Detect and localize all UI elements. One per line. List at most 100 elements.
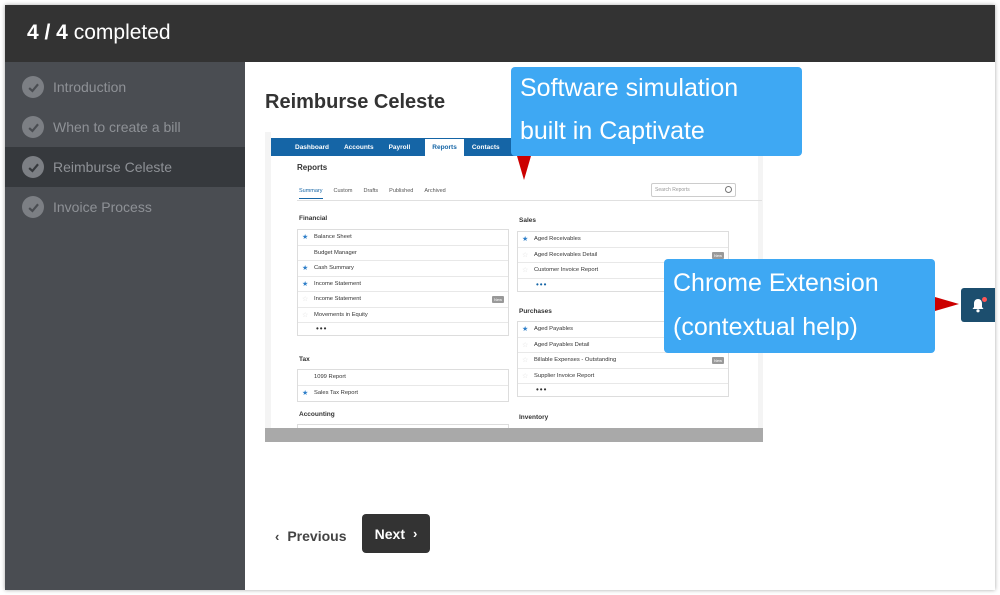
course-player: 4 / 4 completed Introduction When to cre… bbox=[5, 5, 995, 590]
accounting-heading: Accounting bbox=[299, 411, 335, 418]
new-badge: New bbox=[711, 357, 724, 364]
chevron-left-icon: ‹ bbox=[275, 528, 280, 544]
more-row[interactable]: ••• bbox=[518, 384, 728, 396]
report-row[interactable]: ★ Balance Sheet bbox=[298, 230, 508, 246]
previous-button[interactable]: ‹ Previous bbox=[275, 517, 346, 555]
sidebar-item-when-to-create-a-bill[interactable]: When to create a bill bbox=[5, 107, 245, 147]
subtab-custom[interactable]: Custom bbox=[334, 188, 353, 199]
sidebar-item-invoice-process[interactable]: Invoice Process bbox=[5, 187, 245, 227]
tax-heading: Tax bbox=[299, 356, 310, 363]
progress-label: completed bbox=[73, 21, 171, 44]
extension-callout: Chrome Extension (contextual help) bbox=[664, 259, 935, 353]
progress-count: 4 / 4 bbox=[27, 21, 68, 44]
report-search-input[interactable]: Search Reports bbox=[651, 183, 736, 197]
star-icon[interactable]: ★ bbox=[302, 249, 314, 257]
report-row[interactable]: ★ Sales Tax Report bbox=[298, 386, 508, 402]
report-row[interactable]: ☆ Income Statement New bbox=[298, 292, 508, 308]
lesson-sidebar: Introduction When to create a bill Reimb… bbox=[5, 62, 245, 590]
report-label: Cash Summary bbox=[314, 265, 354, 272]
inventory-heading: Inventory bbox=[519, 414, 549, 421]
sidebar-item-label: When to create a bill bbox=[53, 119, 181, 135]
check-circle-icon bbox=[22, 156, 44, 178]
next-label: Next bbox=[374, 525, 405, 542]
report-label: Sales Tax Report bbox=[314, 390, 359, 397]
report-row[interactable]: ★ Aged Receivables bbox=[518, 232, 728, 248]
app-tab-contacts[interactable]: Contacts bbox=[472, 144, 500, 151]
star-icon[interactable]: ☆ bbox=[522, 251, 534, 259]
report-row[interactable]: ★1099 Report bbox=[298, 370, 508, 386]
subtab-archived[interactable]: Archived bbox=[424, 188, 445, 199]
report-row[interactable]: ☆ Billable Expenses - Outstanding New bbox=[518, 353, 728, 369]
tax-card: ★1099 Report ★Sales Tax Report bbox=[297, 369, 509, 402]
report-label: Customer Invoice Report bbox=[534, 267, 599, 274]
more-icon[interactable]: ••• bbox=[536, 280, 547, 288]
sidebar-item-introduction[interactable]: Introduction bbox=[5, 67, 245, 107]
report-label: Billable Expenses - Outstanding bbox=[534, 357, 617, 364]
report-row[interactable]: ★ Cash Summary bbox=[298, 261, 508, 277]
report-label: Income Statement bbox=[314, 280, 362, 287]
search-icon bbox=[725, 186, 732, 193]
more-icon[interactable]: ••• bbox=[316, 325, 327, 333]
star-icon[interactable]: ★ bbox=[302, 264, 314, 272]
report-label: Aged Payables bbox=[534, 326, 573, 333]
app-tab-dashboard[interactable]: Dashboard bbox=[295, 144, 329, 151]
captivate-callout: Software simulation built in Captivate bbox=[511, 67, 802, 156]
report-label: Aged Receivables Detail bbox=[534, 251, 598, 258]
star-icon[interactable]: ★ bbox=[302, 373, 314, 381]
sales-heading: Sales bbox=[519, 217, 536, 224]
sidebar-item-label: Introduction bbox=[53, 79, 127, 95]
app-tab-payroll[interactable]: Payroll bbox=[389, 144, 411, 151]
help-extension-button[interactable] bbox=[961, 288, 995, 322]
report-label: Aged Payables Detail bbox=[534, 341, 590, 348]
progress-indicator: 4 / 4 completed bbox=[27, 21, 171, 45]
report-label: Movements in Equity bbox=[314, 311, 368, 318]
star-icon[interactable]: ☆ bbox=[522, 372, 534, 380]
report-subtabs: Summary Custom Drafts Published Archived bbox=[299, 188, 457, 199]
callout-arrow bbox=[517, 156, 531, 180]
app-tab-reports[interactable]: Reports bbox=[425, 138, 464, 156]
app-tab-accounts[interactable]: Accounts bbox=[344, 144, 374, 151]
report-label: Income Statement bbox=[314, 296, 362, 303]
check-circle-icon bbox=[22, 196, 44, 218]
callout-arrow bbox=[935, 297, 959, 311]
star-icon[interactable]: ☆ bbox=[302, 295, 314, 303]
search-placeholder: Search Reports bbox=[655, 187, 690, 193]
star-icon[interactable]: ☆ bbox=[302, 311, 314, 319]
star-icon[interactable]: ☆ bbox=[522, 341, 534, 349]
callout-line: (contextual help) bbox=[673, 313, 858, 341]
star-icon[interactable]: ★ bbox=[522, 235, 534, 243]
next-button[interactable]: Next › bbox=[362, 514, 430, 553]
reports-heading: Reports bbox=[297, 163, 328, 172]
star-icon[interactable]: ★ bbox=[302, 233, 314, 241]
sidebar-item-label: Reimburse Celeste bbox=[53, 159, 173, 175]
report-label: Balance Sheet bbox=[314, 234, 352, 241]
financial-card: ★Balance Sheet ★Budget Manager ★Cash Sum… bbox=[297, 229, 509, 336]
financial-heading: Financial bbox=[299, 215, 328, 222]
report-row[interactable]: ★ Income Statement bbox=[298, 277, 508, 292]
simulation-scrollbar[interactable] bbox=[265, 428, 763, 442]
previous-label: Previous bbox=[287, 528, 347, 544]
subtab-summary[interactable]: Summary bbox=[299, 188, 323, 199]
subtab-published[interactable]: Published bbox=[389, 188, 413, 199]
subtab-drafts[interactable]: Drafts bbox=[363, 188, 378, 199]
lesson-title: Reimburse Celeste bbox=[265, 91, 446, 113]
star-icon[interactable]: ★ bbox=[302, 389, 314, 397]
star-icon[interactable]: ★ bbox=[302, 280, 314, 288]
more-icon[interactable]: ••• bbox=[536, 386, 547, 394]
report-label: Supplier Invoice Report bbox=[534, 372, 595, 379]
more-row[interactable]: ••• bbox=[298, 323, 508, 335]
purchases-heading: Purchases bbox=[519, 308, 552, 315]
check-circle-icon bbox=[22, 76, 44, 98]
star-icon[interactable]: ☆ bbox=[522, 266, 534, 274]
callout-line: built in Captivate bbox=[520, 117, 705, 145]
new-badge: New bbox=[491, 296, 504, 303]
sidebar-item-reimburse-celeste[interactable]: Reimburse Celeste bbox=[5, 147, 245, 187]
top-bar: 4 / 4 completed bbox=[5, 5, 995, 62]
star-icon[interactable]: ☆ bbox=[522, 356, 534, 364]
report-row[interactable]: ☆ Supplier Invoice Report bbox=[518, 369, 728, 384]
report-row[interactable]: ☆ Movements in Equity bbox=[298, 308, 508, 323]
sidebar-item-label: Invoice Process bbox=[53, 199, 152, 215]
report-label: Aged Receivables bbox=[534, 236, 581, 243]
report-row[interactable]: ★Budget Manager bbox=[298, 246, 508, 261]
star-icon[interactable]: ★ bbox=[522, 325, 534, 333]
